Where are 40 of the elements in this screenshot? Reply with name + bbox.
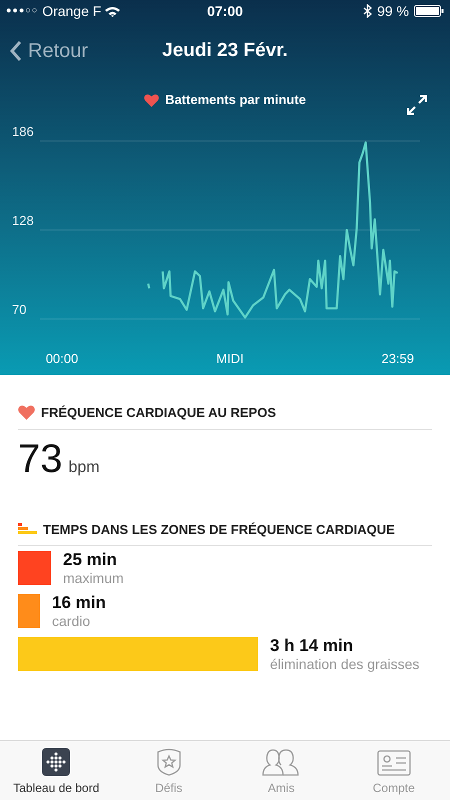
expand-button[interactable] — [406, 94, 428, 116]
bluetooth-icon — [363, 4, 372, 18]
people-icon — [261, 748, 302, 776]
zones-bars-icon — [18, 523, 37, 536]
battery-percent: 99 % — [377, 2, 409, 20]
resting-heart-rate: 73 — [18, 436, 62, 482]
x-axis-label: 23:59 — [381, 352, 414, 365]
id-card-icon — [376, 750, 411, 776]
clock: 07:00 — [207, 2, 243, 20]
chevron-left-icon — [10, 40, 22, 62]
zone-duration: 3 h 14 min — [270, 634, 354, 656]
heart-icon — [144, 94, 160, 106]
heart-icon — [18, 405, 35, 420]
x-axis-label: MIDI — [216, 352, 244, 365]
y-axis-label: 128 — [12, 214, 34, 227]
dots-grid-icon — [42, 748, 70, 776]
zone-duration: 25 min — [63, 548, 118, 570]
section-heading: FRÉQUENCE CARDIAQUE AU REPOS — [41, 404, 276, 422]
tab-bar-item[interactable]: Compte — [338, 741, 450, 800]
tab-bar-item[interactable]: Amis — [225, 741, 338, 800]
x-axis-label: 00:00 — [46, 352, 78, 365]
section-heading: TEMPS DANS LES ZONES DE FRÉQUENCE CARDIAQUE — [43, 520, 395, 538]
carrier-name: Orange F — [42, 2, 102, 21]
zone-name: maximum — [63, 570, 124, 588]
shield-star-icon — [154, 748, 183, 776]
zone-name: cardio — [52, 612, 92, 630]
back-button[interactable]: Retour — [10, 36, 88, 66]
zone-duration: 16 min — [52, 592, 106, 613]
y-axis-label: 70 — [12, 303, 26, 316]
tab-bar-item[interactable]: Défis — [112, 741, 225, 800]
wifi-icon — [105, 6, 120, 16]
page-title: Jeudi 23 Févr. — [162, 38, 288, 63]
y-axis-label: 186 — [12, 125, 34, 138]
expand-icon — [407, 95, 427, 115]
zone-name: élimination des graisses — [270, 656, 420, 674]
unit-label: bpm — [68, 458, 100, 478]
signal-strength: ●●●○○ — [6, 4, 38, 18]
chart-legend: Battements par minute — [165, 90, 306, 110]
battery-icon — [414, 5, 444, 17]
tab-bar-item[interactable]: Tableau de bord — [0, 741, 112, 800]
